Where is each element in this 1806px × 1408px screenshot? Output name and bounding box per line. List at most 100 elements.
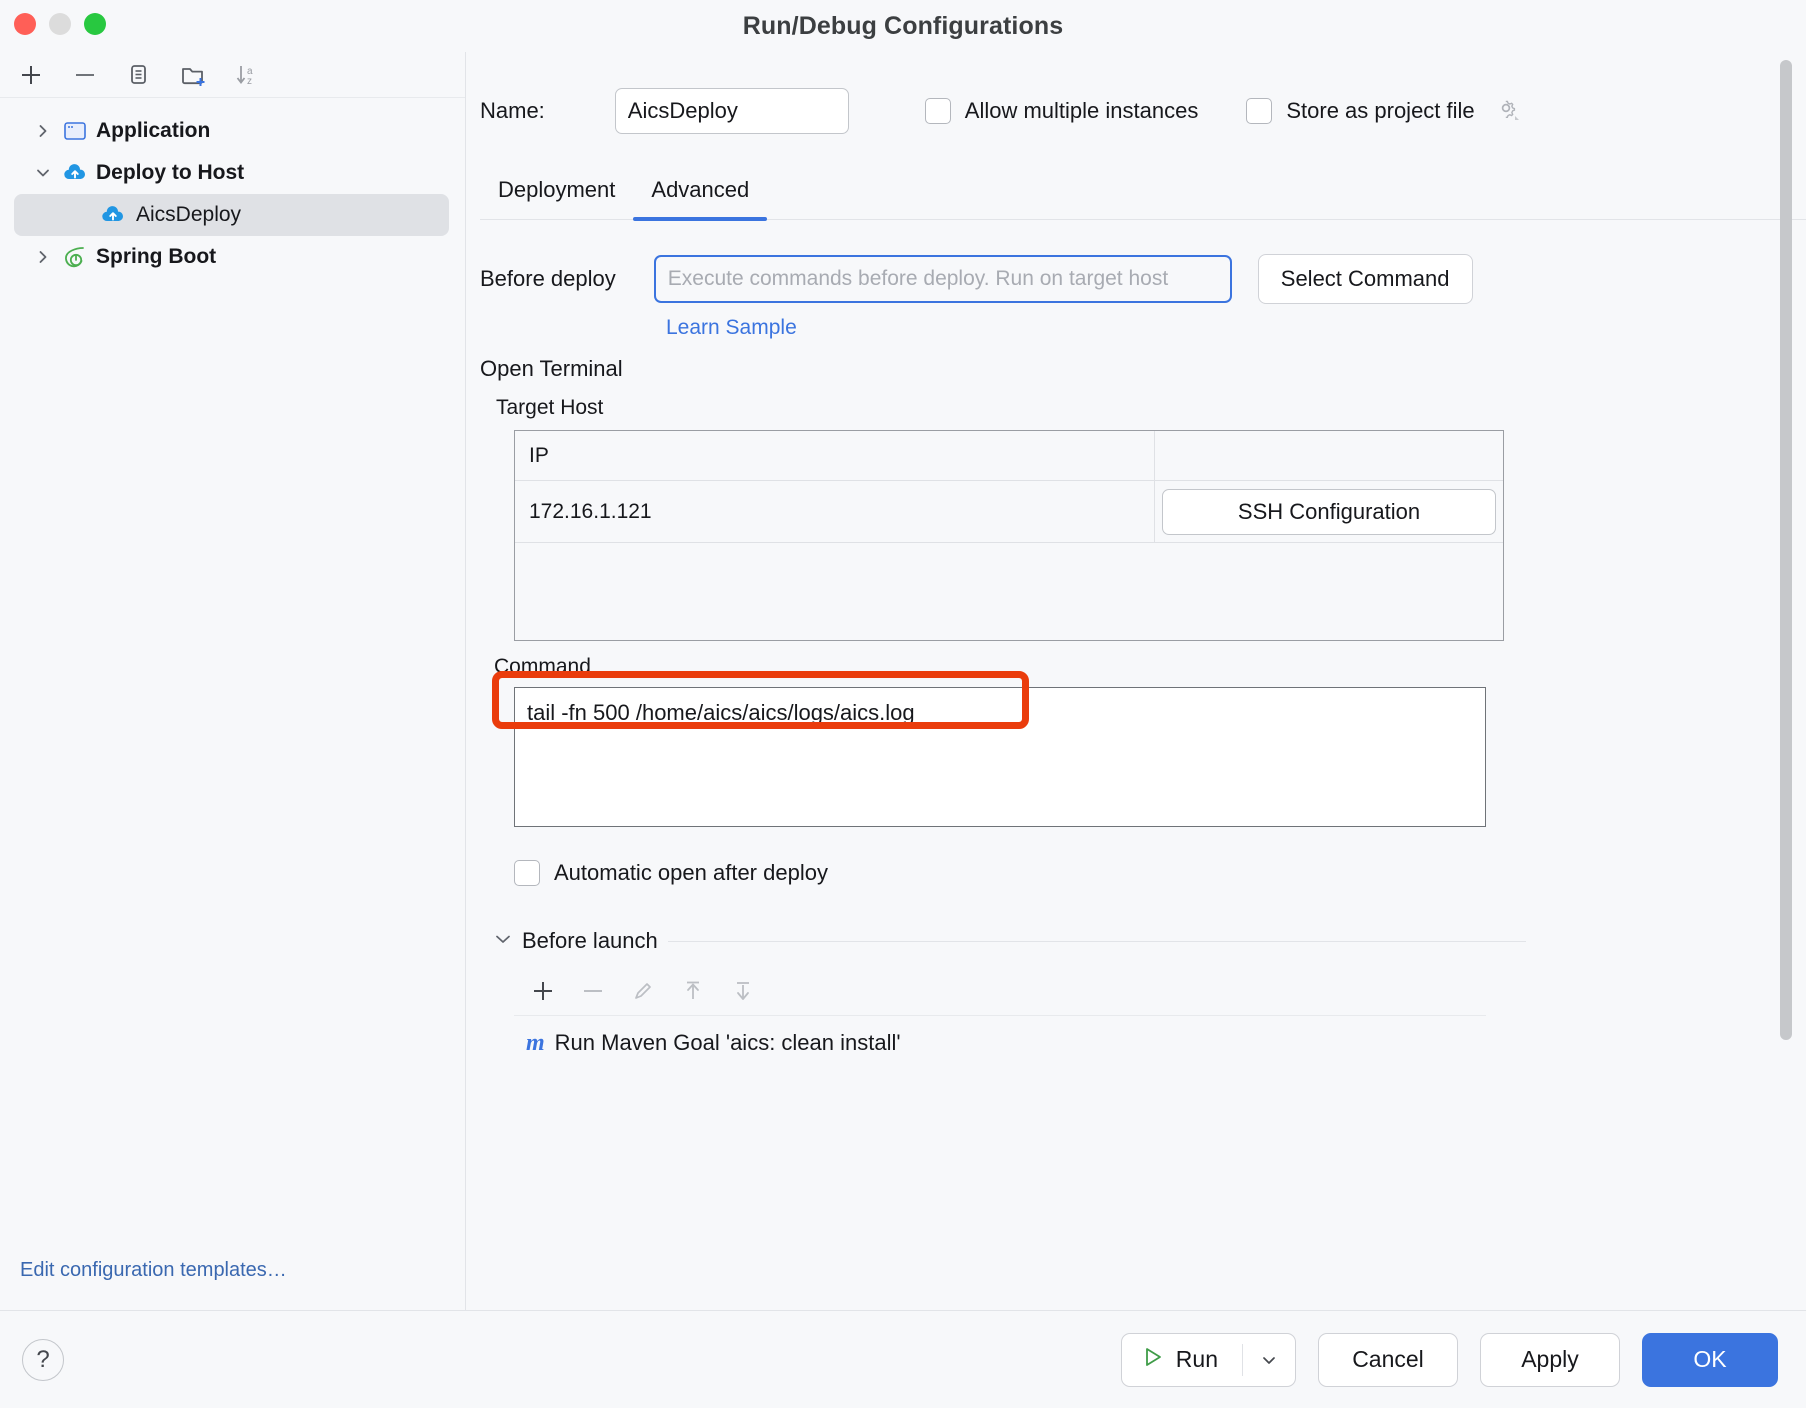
plus-icon	[534, 981, 552, 1000]
automatic-open-after-deploy-row[interactable]: Automatic open after deploy	[514, 860, 1806, 886]
before-deploy-row: Before deploy Select Command	[480, 254, 1806, 304]
edit-configuration-templates-link[interactable]: Edit configuration templates…	[20, 1259, 287, 1282]
before-deploy-label: Before deploy	[480, 266, 616, 291]
cloud-upload-icon	[98, 204, 128, 226]
vertical-scrollbar[interactable]	[1780, 60, 1792, 1040]
cancel-button[interactable]: Cancel	[1318, 1332, 1458, 1387]
apply-button[interactable]: Apply	[1480, 1332, 1620, 1387]
before-launch-header[interactable]: Before launch	[494, 928, 1806, 954]
command-field-wrapper: tail -fn 500 /home/aics/aics/logs/aics.l…	[492, 671, 1806, 832]
command-textarea[interactable]: tail -fn 500 /home/aics/aics/logs/aics.l…	[514, 687, 1486, 827]
cell-action: SSH Configuration	[1155, 481, 1503, 542]
configurations-sidebar: a z Application Deploy to Host AicsDeplo…	[0, 52, 466, 1310]
chevron-right-icon[interactable]	[32, 124, 54, 138]
tree-item-label: Deploy to Host	[96, 161, 245, 184]
list-item[interactable]: m Run Maven Goal 'aics: clean install'	[514, 1016, 1486, 1070]
chevron-down-icon[interactable]	[494, 930, 512, 953]
name-label: Name:	[480, 98, 545, 123]
column-header-ip: IP	[515, 431, 1155, 480]
ssh-configuration-button[interactable]: SSH Configuration	[1162, 488, 1496, 535]
automatic-open-after-deploy-label: Automatic open after deploy	[554, 860, 828, 885]
tab-deployment[interactable]: Deployment	[480, 177, 633, 219]
close-window-button[interactable]	[14, 13, 36, 35]
remove-configuration-button[interactable]	[64, 58, 106, 92]
name-input[interactable]	[614, 88, 849, 134]
ok-button[interactable]: OK	[1642, 1332, 1778, 1387]
command-label: Command	[494, 655, 591, 678]
run-split-button[interactable]: Run	[1120, 1332, 1296, 1387]
tab-bar: Deployment Advanced	[480, 164, 1806, 221]
configuration-editor-pane: Name: Allow multiple instances Store as …	[466, 52, 1806, 1310]
cell-ip: 172.16.1.121	[515, 481, 1155, 542]
footer-buttons: Run Cancel Apply OK	[1120, 1332, 1778, 1387]
application-icon	[60, 120, 90, 142]
sort-alphabetically-button[interactable]: a z	[226, 58, 268, 92]
open-terminal-section-label: Open Terminal	[480, 356, 623, 381]
automatic-open-after-deploy-checkbox[interactable]	[514, 860, 540, 886]
copy-configuration-button[interactable]	[118, 58, 160, 92]
before-launch-task-list: m Run Maven Goal 'aics: clean install'	[514, 1016, 1486, 1070]
remove-task-button[interactable]	[576, 974, 610, 1008]
chevron-down-icon[interactable]	[32, 166, 54, 180]
move-down-task-button[interactable]	[726, 974, 760, 1008]
title-bar: Run/Debug Configurations	[0, 0, 1806, 52]
zoom-window-button[interactable]	[84, 13, 106, 35]
target-host-table: IP 172.16.1.121 SSH Configuration	[514, 430, 1504, 641]
sort-az-icon: a z	[236, 65, 253, 87]
before-launch-toolbar	[514, 966, 1486, 1016]
table-header-row: IP	[515, 431, 1503, 481]
minimize-window-button[interactable]	[49, 13, 71, 35]
run-debug-configurations-dialog: Run/Debug Configurations a z Application…	[0, 0, 1806, 1408]
sidebar-toolbar: a z	[0, 52, 465, 98]
maven-icon: m	[526, 1029, 545, 1056]
add-task-button[interactable]	[526, 974, 560, 1008]
tree-item-aicsdeploy[interactable]: AicsDeploy	[14, 194, 449, 236]
store-as-project-file-checkbox-row[interactable]: Store as project file	[1246, 95, 1520, 128]
minus-icon	[76, 73, 94, 76]
new-folder-button[interactable]	[172, 58, 214, 92]
tab-advanced[interactable]: Advanced	[633, 177, 768, 221]
allow-multiple-instances-checkbox[interactable]	[924, 98, 951, 124]
store-as-project-file-label: Store as project file	[1286, 98, 1475, 123]
table-empty-area	[515, 543, 1503, 640]
tree-item-application[interactable]: Application	[14, 110, 449, 152]
spring-boot-icon	[60, 245, 90, 269]
folder-plus-icon	[182, 67, 205, 86]
plus-icon	[22, 65, 40, 84]
before-launch-divider	[667, 940, 1526, 942]
window-controls	[14, 13, 106, 35]
learn-sample-link[interactable]: Learn Sample	[666, 316, 1806, 340]
cloud-upload-icon	[60, 162, 90, 184]
before-launch-title: Before launch	[522, 928, 658, 953]
tree-item-label: AicsDeploy	[136, 203, 242, 226]
table-row[interactable]: 172.16.1.121 SSH Configuration	[515, 481, 1503, 543]
allow-multiple-instances-checkbox-row[interactable]: Allow multiple instances	[924, 98, 1199, 124]
select-command-button[interactable]: Select Command	[1257, 254, 1473, 304]
tree-item-spring-boot[interactable]: Spring Boot	[14, 236, 449, 278]
configurations-tree: Application Deploy to Host AicsDeploy Sp…	[0, 98, 465, 1310]
column-header-action	[1155, 431, 1503, 480]
minus-icon	[584, 989, 602, 992]
arrow-up-icon	[687, 981, 699, 999]
chevron-right-icon[interactable]	[32, 250, 54, 264]
task-label: Run Maven Goal 'aics: clean install'	[554, 1030, 901, 1055]
edit-task-button[interactable]	[626, 974, 660, 1008]
help-button[interactable]: ?	[22, 1338, 64, 1381]
tree-item-deploy-to-host[interactable]: Deploy to Host	[14, 152, 449, 194]
allow-multiple-instances-label: Allow multiple instances	[964, 98, 1199, 123]
add-configuration-button[interactable]	[10, 58, 52, 92]
name-row: Name: Allow multiple instances Store as …	[480, 88, 1806, 134]
copy-icon	[131, 64, 146, 84]
tree-item-label: Application	[96, 119, 211, 142]
run-dropdown-button[interactable]	[1243, 1334, 1295, 1386]
move-up-task-button[interactable]	[676, 974, 710, 1008]
run-button[interactable]: Run	[1122, 1334, 1242, 1386]
before-launch-panel: m Run Maven Goal 'aics: clean install'	[514, 966, 1486, 1070]
gear-icon[interactable]	[1493, 95, 1521, 128]
window-title: Run/Debug Configurations	[742, 11, 1064, 40]
svg-text:z: z	[247, 76, 252, 87]
play-icon	[1142, 1345, 1164, 1375]
store-as-project-file-checkbox[interactable]	[1246, 98, 1273, 124]
arrow-down-icon	[737, 981, 749, 1000]
before-deploy-input[interactable]	[653, 255, 1232, 303]
